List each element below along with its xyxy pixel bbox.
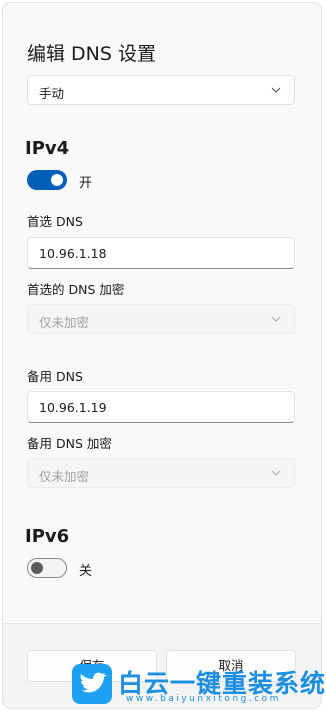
preferred-dns-label: 首选 DNS xyxy=(27,214,83,229)
dialog-title: 编辑 DNS 设置 xyxy=(27,43,156,65)
preferred-encryption-value: 仅未加密 xyxy=(39,315,90,330)
ipv4-toggle-label: 开 xyxy=(79,176,93,191)
preferred-encryption-select[interactable]: 仅未加密 xyxy=(27,304,295,334)
ipv6-toggle[interactable] xyxy=(27,558,67,578)
preferred-dns-value: 10.96.1.18 xyxy=(39,246,107,261)
dns-mode-value: 手动 xyxy=(39,86,65,101)
dns-mode-select[interactable]: 手动 xyxy=(27,75,295,105)
ipv4-toggle[interactable] xyxy=(27,170,67,190)
watermark-url: www.baiyunxitong.com xyxy=(126,694,281,704)
alternate-encryption-select[interactable]: 仅未加密 xyxy=(27,458,295,488)
toggle-knob xyxy=(31,562,43,574)
alternate-encryption-value: 仅未加密 xyxy=(39,469,90,484)
alternate-dns-value: 10.96.1.19 xyxy=(39,400,107,415)
preferred-dns-input[interactable]: 10.96.1.18 xyxy=(27,237,295,269)
toggle-knob xyxy=(51,174,63,186)
alternate-encryption-label: 备用 DNS 加密 xyxy=(27,436,112,451)
preferred-encryption-label: 首选的 DNS 加密 xyxy=(27,282,125,297)
ipv6-toggle-label: 关 xyxy=(79,564,93,579)
chevron-down-icon xyxy=(271,87,281,93)
ipv4-heading: IPv4 xyxy=(25,138,70,159)
dns-settings-dialog: 编辑 DNS 设置 手动 IPv4 开 首选 DNS 10.96.1.18 首选… xyxy=(3,3,321,708)
bird-logo-icon xyxy=(72,664,112,704)
alternate-dns-input[interactable]: 10.96.1.19 xyxy=(27,391,295,423)
chevron-down-icon xyxy=(271,470,281,476)
alternate-dns-label: 备用 DNS xyxy=(27,369,83,384)
chevron-down-icon xyxy=(271,316,281,322)
watermark-logo: 白云一键重装系统 www.baiyunxitong.com xyxy=(72,664,325,706)
ipv6-heading: IPv6 xyxy=(25,526,70,547)
